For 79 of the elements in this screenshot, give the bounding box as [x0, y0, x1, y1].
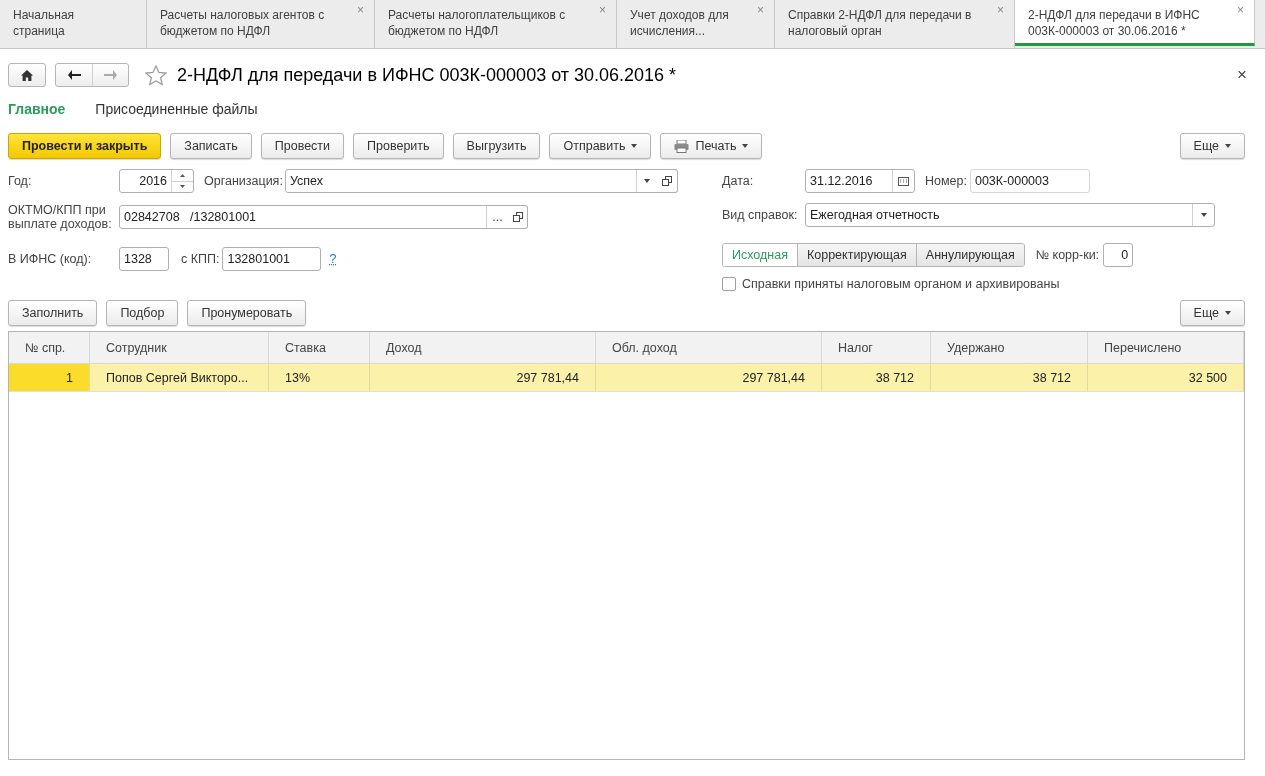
send-button[interactable]: Отправить [549, 133, 652, 159]
table-cell: 32 500 [1088, 364, 1244, 391]
column-header[interactable]: Удержано [931, 332, 1088, 363]
field-label: Номер: [925, 174, 967, 188]
arrow-left-icon [67, 70, 81, 80]
tab-label: 2-НДФЛ для передачи в ИФНС 003К-000003 от 30.06.2016 * [1028, 8, 1200, 38]
close-icon[interactable]: × [1237, 2, 1244, 18]
open-window-icon [662, 176, 673, 186]
document-tab[interactable]: 2-НДФЛ для передачи в ИФНС 003К-000003 от 30.06.2016 * × [1015, 0, 1255, 46]
correction-type-button[interactable]: Аннулирующая [915, 244, 1024, 266]
section-link[interactable]: Присоединенные файлы [95, 101, 258, 117]
field-label: с КПП: [181, 252, 220, 266]
correction-type-button[interactable]: Корректирующая [796, 244, 916, 266]
caret-icon [1225, 144, 1231, 148]
open-button[interactable] [657, 169, 678, 193]
toolbar-button[interactable]: Записать [170, 133, 252, 159]
caret-icon [742, 144, 749, 148]
field-label: Дата: [722, 174, 755, 188]
tab-label: Справки 2-НДФЛ для передачи в налоговый орган [788, 8, 972, 38]
printer-icon [674, 139, 690, 153]
help-link[interactable]: ? [329, 252, 337, 266]
organization-field[interactable]: Успех [284, 169, 659, 193]
correction-number-field[interactable]: 0 [1103, 243, 1134, 267]
field-label: В ИФНС (код): [8, 252, 93, 266]
kpp-field[interactable]: 132801001 [222, 247, 322, 271]
table-cell: 1 [9, 364, 90, 391]
field-label: Год: [8, 174, 33, 188]
tab-label: Расчеты налогоплательщиков с бюджетом по НДФЛ [388, 8, 566, 38]
form-title: 2-НДФЛ для передачи в ИФНС 003К-000003 от 30.06.2016 * [177, 64, 678, 86]
table-cell: 38 712 [931, 364, 1088, 391]
column-header[interactable]: Перечислено [1088, 332, 1244, 363]
table-toolbar-button[interactable]: Заполнить [8, 300, 98, 326]
post-and-close-button[interactable]: Провести и закрыть [8, 133, 162, 159]
field-label: Вид справок: [722, 208, 799, 222]
kind-field[interactable]: Ежегодная отчетность [805, 203, 1215, 227]
column-header[interactable]: № спр. [9, 332, 90, 363]
toolbar-button[interactable]: Выгрузить [452, 133, 541, 159]
checkbox-label: Справки приняты налоговым органом и архивированы [742, 277, 1060, 291]
calendar-icon [898, 176, 909, 186]
table-cell: Попов Сергей Викторо... [90, 364, 269, 391]
arrow-right-icon [104, 70, 117, 80]
open-window-icon [512, 212, 523, 222]
table-row[interactable]: 1 Попов Сергей Викторо... 13% 297 781,44 297 781,44 38 712 38 712 32 500 [9, 364, 1244, 392]
column-header[interactable]: Доход [370, 332, 596, 363]
star-icon[interactable] [145, 64, 167, 86]
more-button[interactable]: Еще [1179, 133, 1245, 159]
table-toolbar-button[interactable]: Пронумеровать [187, 300, 307, 326]
section-link[interactable]: Главное [8, 101, 66, 117]
tab-label: Начальная страница [13, 8, 75, 38]
toolbar-button[interactable]: Провести [260, 133, 345, 159]
close-icon[interactable]: × [1237, 65, 1247, 85]
open-button[interactable] [508, 205, 528, 229]
field-label: ОКТМО/КПП при выплате доходов: [8, 203, 113, 231]
table-cell: 13% [269, 364, 370, 391]
home-button[interactable] [8, 63, 46, 87]
number-field[interactable]: 003К-000003 [969, 169, 1090, 193]
home-icon [21, 69, 33, 81]
more-button[interactable]: Еще [1179, 300, 1245, 326]
checkbox[interactable] [722, 277, 736, 291]
caret-icon [1225, 311, 1231, 315]
toolbar-button[interactable]: Проверить [353, 133, 444, 159]
column-header[interactable]: Обл. доход [596, 332, 822, 363]
table-cell: 297 781,44 [370, 364, 596, 391]
print-button[interactable]: Печать [660, 133, 763, 159]
year-field[interactable]: 2016 [119, 169, 194, 193]
table-cell: 38 712 [822, 364, 931, 391]
field-label: Организация: [204, 174, 283, 188]
tab-label: Учет доходов для исчисления... [630, 8, 729, 38]
tab-label: Расчеты налоговых агентов с бюджетом по НДФЛ [160, 8, 325, 38]
column-header[interactable]: Сотрудник [90, 332, 269, 363]
oktmo-field[interactable]: 02842708 /132801001 ... [119, 205, 509, 229]
ifns-code-field[interactable]: 1328 [119, 247, 169, 271]
table-cell: 297 781,44 [596, 364, 822, 391]
caret-icon [631, 144, 638, 148]
column-header[interactable]: Налог [822, 332, 931, 363]
table-toolbar-button[interactable]: Подбор [106, 300, 179, 326]
date-field[interactable]: 31.12.2016 [805, 169, 915, 193]
column-header[interactable]: Ставка [269, 332, 370, 363]
field-label: № корр-ки: [1035, 248, 1100, 262]
